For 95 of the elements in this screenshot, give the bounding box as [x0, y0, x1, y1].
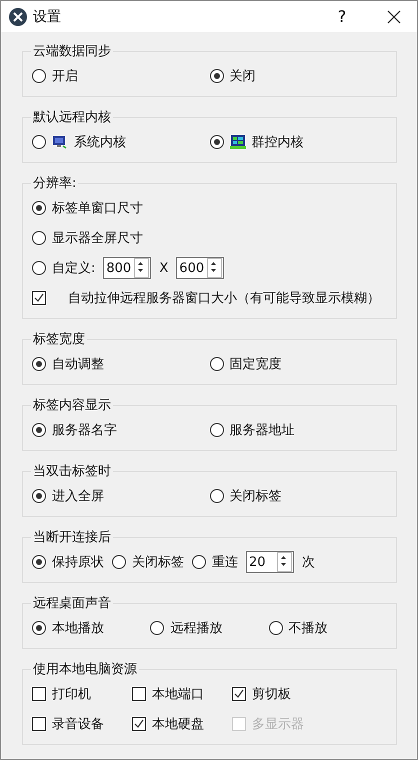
- checkbox-label: 多显示器: [252, 716, 304, 733]
- checkbox[interactable]: [32, 291, 46, 305]
- group-title: 标签宽度: [32, 331, 86, 348]
- checkbox[interactable]: [232, 687, 246, 701]
- radio-option[interactable]: 开启: [32, 67, 210, 85]
- group-title: 分辨率:: [32, 175, 78, 192]
- radio-button[interactable]: [210, 489, 224, 503]
- monitor-icon: [52, 134, 68, 150]
- checkbox-option[interactable]: 本地端口: [132, 685, 232, 703]
- checkbox[interactable]: [32, 717, 46, 731]
- radio-button[interactable]: [32, 489, 46, 503]
- number-spinner[interactable]: 20: [246, 551, 294, 573]
- radio-option[interactable]: 服务器地址: [210, 421, 387, 439]
- radio-option[interactable]: 进入全屏: [32, 487, 210, 505]
- radio-option[interactable]: 自定义:: [32, 259, 96, 277]
- radio-option[interactable]: 关闭标签: [210, 487, 387, 505]
- radio-label: 不播放: [288, 620, 328, 637]
- checkbox-option[interactable]: 自动拉伸远程服务器窗口大小（有可能导致显示模糊）: [32, 289, 380, 307]
- radio-label: 自定义:: [52, 260, 96, 277]
- radio-button[interactable]: [32, 135, 46, 149]
- close-icon[interactable]: [387, 10, 401, 24]
- radio-button[interactable]: [32, 555, 46, 569]
- radio-option[interactable]: 关闭标签: [112, 553, 184, 571]
- radio-option[interactable]: 不播放: [268, 619, 387, 637]
- radio-label: 标签单窗口尺寸: [52, 200, 143, 217]
- checkbox-label: 自动拉伸远程服务器窗口大小（有可能导致显示模糊）: [68, 290, 380, 307]
- radio-button[interactable]: [210, 69, 224, 83]
- checkbox-label: 录音设备: [52, 716, 104, 733]
- radio-button[interactable]: [210, 423, 224, 437]
- group-title: 标签内容显示: [32, 397, 112, 414]
- number-spinner[interactable]: 600: [176, 257, 224, 279]
- radio-button[interactable]: [268, 621, 283, 635]
- radio-option[interactable]: 本地播放: [32, 619, 150, 637]
- radio-button[interactable]: [32, 69, 46, 83]
- radio-button[interactable]: [32, 201, 46, 215]
- monitor-icon: [230, 134, 246, 150]
- checkbox-label: 本地端口: [152, 686, 204, 703]
- radio-option[interactable]: 固定宽度: [210, 355, 387, 373]
- radio-button[interactable]: [32, 423, 46, 437]
- radio-label: 远程播放: [170, 620, 222, 637]
- radio-label: 进入全屏: [52, 488, 104, 505]
- group-title: 使用本地电脑资源: [32, 661, 138, 678]
- group-title: 远程桌面声音: [32, 595, 112, 612]
- radio-label: 服务器地址: [230, 422, 294, 439]
- checkbox[interactable]: [32, 687, 46, 701]
- radio-label: 开启: [52, 68, 78, 85]
- radio-label: 系统内核: [74, 134, 126, 151]
- checkbox-label: 剪切板: [252, 686, 291, 703]
- radio-button[interactable]: [32, 231, 46, 245]
- radio-option[interactable]: 远程播放: [150, 619, 269, 637]
- group-title: 当双击标签时: [32, 463, 112, 480]
- radio-label: 本地播放: [52, 620, 104, 637]
- radio-label: 关闭标签: [132, 554, 184, 571]
- radio-label: 固定宽度: [230, 356, 282, 373]
- radio-label: 关闭标签: [230, 488, 282, 505]
- radio-label: 关闭: [230, 68, 256, 85]
- radio-option[interactable]: 自动调整: [32, 355, 210, 373]
- radio-label: 显示器全屏尺寸: [52, 230, 143, 247]
- checkbox[interactable]: [132, 687, 146, 701]
- radio-option[interactable]: 保持原状: [32, 553, 104, 571]
- radio-option[interactable]: 群控内核: [210, 133, 387, 151]
- radio-option[interactable]: 系统内核: [32, 133, 210, 151]
- group-title: 云端数据同步: [32, 43, 112, 60]
- group-title: 默认远程内核: [32, 109, 112, 126]
- radio-label: 群控内核: [252, 134, 304, 151]
- help-button[interactable]: ?: [319, 1, 365, 32]
- radio-option[interactable]: 显示器全屏尺寸: [32, 229, 143, 247]
- radio-button[interactable]: [210, 357, 224, 371]
- checkbox-option[interactable]: 本地硬盘: [132, 715, 232, 733]
- checkbox-option[interactable]: 录音设备: [32, 715, 132, 733]
- unit-label: 次: [302, 554, 315, 571]
- unit-label: X: [159, 260, 168, 276]
- checkbox-option[interactable]: 剪切板: [232, 685, 332, 703]
- radio-option[interactable]: 服务器名字: [32, 421, 210, 439]
- radio-button[interactable]: [32, 621, 46, 635]
- radio-option[interactable]: 重连: [192, 553, 238, 571]
- radio-label: 保持原状: [52, 554, 104, 571]
- group-title: 当断开连接后: [32, 529, 112, 546]
- radio-option[interactable]: 标签单窗口尺寸: [32, 199, 143, 217]
- checkbox[interactable]: [132, 717, 146, 731]
- radio-button[interactable]: [32, 357, 46, 371]
- radio-button[interactable]: [192, 555, 206, 569]
- radio-label: 自动调整: [52, 356, 104, 373]
- radio-option[interactable]: 关闭: [210, 67, 387, 85]
- radio-button[interactable]: [32, 261, 46, 275]
- checkbox-option[interactable]: 打印机: [32, 685, 132, 703]
- checkbox-label: 本地硬盘: [152, 716, 204, 733]
- number-spinner[interactable]: 800: [103, 257, 152, 279]
- radio-label: 服务器名字: [52, 422, 117, 439]
- radio-button[interactable]: [210, 135, 224, 149]
- radio-label: 重连: [212, 554, 238, 571]
- radio-button[interactable]: [150, 621, 164, 635]
- checkbox-label: 打印机: [52, 686, 91, 703]
- radio-button[interactable]: [112, 555, 126, 569]
- window-title: 设置: [33, 8, 62, 26]
